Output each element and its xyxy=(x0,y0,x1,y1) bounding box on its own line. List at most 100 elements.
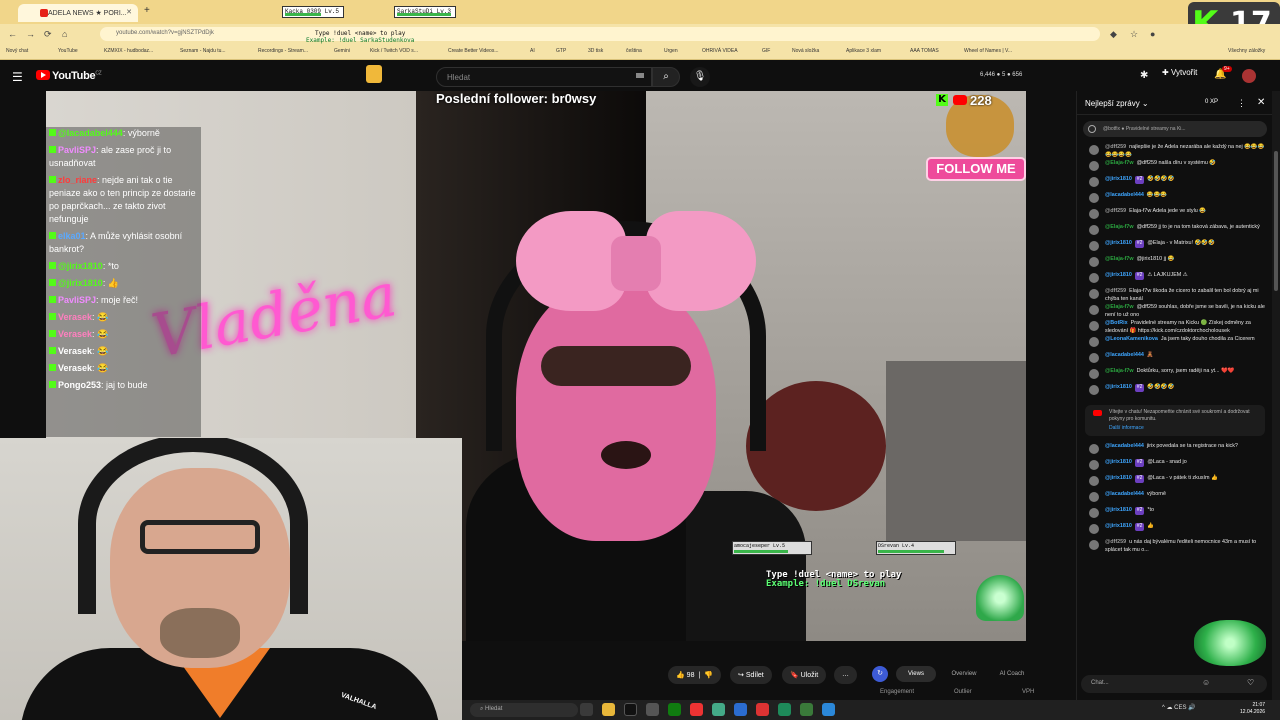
avatar[interactable] xyxy=(1089,460,1099,470)
heart-icon[interactable]: ♡ xyxy=(1247,678,1254,687)
bookmark-item[interactable]: OHRIVÁ VIDEA xyxy=(702,48,738,54)
chat-author[interactable]: @jirix1810 xyxy=(1105,475,1132,481)
chat-message[interactable]: @dff259 najlepšie je že Adela nezarába al… xyxy=(1077,143,1273,159)
chat-message[interactable]: @LeonaKamenikova Ja jsem taky douho chodi… xyxy=(1077,335,1273,351)
pinned-message[interactable]: @botfix ● Pravidelné streamy na Ki... xyxy=(1083,121,1267,137)
bookmark-item[interactable]: 3D tisk xyxy=(588,48,603,54)
avatar[interactable] xyxy=(1089,257,1099,267)
chat-message[interactable]: @dff259 Elaja-f7w Adela jede ve stylu 😂 xyxy=(1077,207,1273,223)
star-icon[interactable]: ☆ xyxy=(1130,29,1138,40)
avatar[interactable] xyxy=(1089,209,1099,219)
all-bookmarks[interactable]: Všechny záložky xyxy=(1228,48,1265,54)
chat-message[interactable]: @jirix1810 #2 @Elaja - v Matrixu! 🤣🤣🤣 xyxy=(1077,239,1273,255)
bookmark-item[interactable]: Recordings - Stream... xyxy=(258,48,308,54)
avatar[interactable] xyxy=(1089,145,1099,155)
tab-ai-coach[interactable]: AI Coach xyxy=(992,666,1032,682)
avatar[interactable] xyxy=(1089,225,1099,235)
home-icon[interactable]: ⌂ xyxy=(62,29,67,39)
settings-icon[interactable]: ✱ xyxy=(1140,70,1148,81)
bookmark-item[interactable]: Seznam - Najdu tu... xyxy=(180,48,226,54)
bookmark-item[interactable]: čeština xyxy=(626,48,642,54)
xbox-icon[interactable] xyxy=(668,703,681,716)
chat-author[interactable]: @jirix1810 xyxy=(1105,459,1132,465)
settings-app-icon[interactable] xyxy=(646,703,659,716)
chat-message[interactable]: @lacadabel444 😂😂😂 xyxy=(1077,191,1273,207)
search-button[interactable]: ⌕ xyxy=(652,67,680,87)
chat-author[interactable]: @LeonaKamenikova xyxy=(1105,336,1158,342)
chat-message[interactable]: @dff259 Elaja-f7w škoda že cicero to zaba… xyxy=(1077,287,1273,303)
chat-author[interactable]: @jirix1810 xyxy=(1105,523,1132,529)
avatar[interactable] xyxy=(1089,241,1099,251)
url-field[interactable]: youtube.com/watch?v=gjNSZTPdDjk xyxy=(100,27,1100,41)
avatar[interactable] xyxy=(1089,337,1099,347)
app-icon[interactable] xyxy=(734,703,747,716)
bookmark-item[interactable]: Nová složka xyxy=(792,48,819,54)
avatar[interactable] xyxy=(1089,273,1099,283)
chat-message[interactable]: @jirix1810 #2 👍 xyxy=(1077,522,1273,538)
bookmark-item[interactable]: Wheel of Names | V... xyxy=(964,48,1012,54)
chat-author[interactable]: @Elaja-f7w xyxy=(1105,368,1134,374)
bookmark-item[interactable]: Kick / Twitch VOD s... xyxy=(370,48,418,54)
chat-message[interactable]: @Elaja-f7w @jirix1810 jj 😂 xyxy=(1077,255,1273,271)
chat-message[interactable]: @jirix1810 #2 🤣🤣🤣🤣 xyxy=(1077,383,1273,399)
profile-icon[interactable]: ● xyxy=(1150,29,1155,39)
chat-scrollbar[interactable] xyxy=(1272,91,1280,700)
chat-message[interactable]: @lacadabel444 výborně xyxy=(1077,490,1273,506)
chat-author[interactable]: @jirix1810 xyxy=(1105,507,1132,513)
chat-author[interactable]: @Elaja-f7w xyxy=(1105,304,1134,310)
avatar[interactable] xyxy=(1089,177,1099,187)
opera-icon[interactable] xyxy=(756,703,769,716)
chat-author[interactable]: @lacadabel444 xyxy=(1105,491,1144,497)
chat-message[interactable]: @lacadabel444 jirix povedala se ta regist… xyxy=(1077,442,1273,458)
system-tray[interactable]: ^ ☁ CES 🔊 xyxy=(1162,704,1196,711)
avatar[interactable] xyxy=(1089,540,1099,550)
chat-author[interactable]: @Elaja-f7w xyxy=(1105,256,1134,262)
chat-message[interactable]: @jirix1810 #2 @Laca - snad jo xyxy=(1077,458,1273,474)
close-tab-icon[interactable]: ✕ xyxy=(126,8,132,16)
avatar[interactable] xyxy=(1089,385,1099,395)
app-icon[interactable] xyxy=(690,703,703,716)
chat-message[interactable]: @jirix1810 #2 ⚠ LAJKUJEM ⚠ xyxy=(1077,271,1273,287)
chat-message[interactable]: @Elaja-f7w @dff259 našla díru v systému 🤣 xyxy=(1077,159,1273,175)
chat-author[interactable]: @dff259 xyxy=(1105,539,1126,545)
search-input[interactable]: Hledat xyxy=(436,67,652,87)
more-info-link[interactable]: Další informace xyxy=(1109,425,1259,432)
keyboard-icon[interactable] xyxy=(636,73,644,78)
back-icon[interactable]: ← xyxy=(8,29,17,39)
chat-message[interactable]: @Elaja-f7w Doktůrku, sorry, jsem raději n… xyxy=(1077,367,1273,383)
avatar[interactable] xyxy=(1089,369,1099,379)
like-button[interactable]: 👍 98 | 👎 xyxy=(668,666,721,684)
tiktok-icon[interactable] xyxy=(624,703,637,716)
bookmark-item[interactable]: GIF xyxy=(762,48,770,54)
avatar[interactable] xyxy=(1089,476,1099,486)
avatar[interactable] xyxy=(1089,524,1099,534)
close-icon[interactable]: ✕ xyxy=(1257,97,1265,108)
forward-icon[interactable]: → xyxy=(26,29,35,39)
chat-author[interactable]: @lacadabel444 xyxy=(1105,443,1144,449)
file-explorer-icon[interactable] xyxy=(602,703,615,716)
avatar[interactable] xyxy=(1089,321,1099,331)
chat-author[interactable]: @jirix1810 xyxy=(1105,384,1132,390)
more-options-icon[interactable]: ⋮ xyxy=(1237,98,1246,109)
voice-search-button[interactable]: 🎙 xyxy=(690,67,710,87)
avatar[interactable] xyxy=(1089,508,1099,518)
chat-author[interactable]: @dff259 xyxy=(1105,288,1126,294)
chat-author[interactable]: @lacadabel444 xyxy=(1105,352,1144,358)
youtube-logo[interactable]: YouTubeCZ xyxy=(36,70,102,82)
avatar[interactable] xyxy=(1089,161,1099,171)
bookmark-item[interactable]: Aplikace 3 xlam xyxy=(846,48,881,54)
menu-icon[interactable]: ☰ xyxy=(12,70,23,84)
play-icon[interactable] xyxy=(800,703,813,716)
chat-message[interactable]: @BotRix Pravidelné streamy na Kicku 🟢 Zís… xyxy=(1077,319,1273,335)
chat-message[interactable]: @jirix1810 #2 🤣🤣🤣🤣 xyxy=(1077,175,1273,191)
save-button[interactable]: 🔖 Uložit xyxy=(782,666,827,684)
chrome-icon[interactable] xyxy=(712,703,725,716)
bookmark-item[interactable]: Create Better Videos... xyxy=(448,48,499,54)
telegram-icon[interactable] xyxy=(822,703,835,716)
chat-author[interactable]: @BotRix xyxy=(1105,320,1128,326)
avatar[interactable] xyxy=(1089,305,1099,315)
bookmark-item[interactable]: KZMXIX - hudbodaz... xyxy=(104,48,153,54)
chat-input[interactable]: Chat... xyxy=(1081,675,1267,693)
new-tab-button[interactable]: + xyxy=(144,5,150,16)
tab-overview[interactable]: Overview xyxy=(944,666,984,682)
